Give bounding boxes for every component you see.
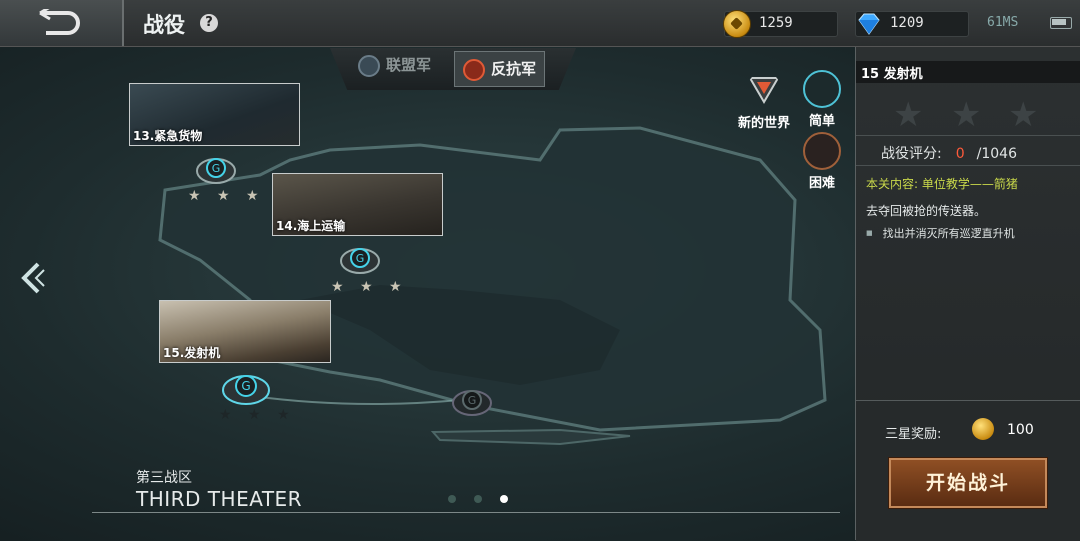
rating-score: 0 bbox=[955, 146, 965, 162]
rating-label: 战役评分: bbox=[881, 146, 942, 162]
diamond-counter: 1209 bbox=[855, 11, 969, 37]
mission-card-15[interactable]: 15.发射机 bbox=[159, 300, 331, 363]
mission-detail-panel: 15 发射机 ★ ★ ★ 战役评分: 0/1046 本关内容: 单位教学——箭猪 … bbox=[855, 47, 1080, 541]
reward-label: 三星奖励: bbox=[885, 427, 942, 442]
diamond-icon bbox=[858, 13, 880, 35]
mission-card-14[interactable]: 14.海上运输 bbox=[272, 173, 443, 236]
easy-bullet-icon bbox=[803, 70, 841, 108]
svg-text:G: G bbox=[212, 162, 221, 175]
svg-text:G: G bbox=[468, 394, 477, 407]
mission-objective: 找出并消灭所有巡逻直升机 bbox=[866, 225, 1015, 241]
mode-new-world[interactable]: 新的世界 bbox=[732, 72, 796, 131]
mission-node-locked[interactable]: G bbox=[452, 386, 492, 416]
campaign-map bbox=[158, 126, 827, 446]
mission-label: 14.海上运输 bbox=[276, 219, 346, 233]
gold-coin-icon bbox=[972, 418, 994, 440]
network-ping: 61MS bbox=[987, 15, 1019, 30]
page-dot-1[interactable] bbox=[448, 495, 456, 503]
rating-star-icon: ★ bbox=[951, 95, 982, 135]
mission-label: 13.紧急货物 bbox=[133, 129, 203, 143]
divider bbox=[856, 165, 1080, 166]
mission-title: 15 发射机 bbox=[861, 67, 923, 82]
mission-13-stars: ★ ★ ★ bbox=[188, 188, 265, 204]
mission-description: 去夺回被抢的传送器。 bbox=[866, 204, 987, 218]
rating-star-icon: ★ bbox=[1008, 95, 1039, 135]
diamond-amount: 1209 bbox=[890, 15, 924, 31]
mission-label: 15.发射机 bbox=[163, 346, 221, 360]
svg-text:G: G bbox=[356, 252, 365, 265]
mode-new-world-label: 新的世界 bbox=[737, 116, 790, 131]
rating-star-icon: ★ bbox=[893, 95, 924, 135]
previous-theater-arrow-icon[interactable] bbox=[18, 260, 46, 296]
mode-hard-label: 困难 bbox=[808, 176, 835, 191]
reward-value: 100 bbox=[1007, 422, 1034, 438]
theater-underline bbox=[92, 512, 840, 513]
mission-node-13[interactable]: G bbox=[196, 154, 236, 184]
reward-section: 三星奖励: 100 开始战斗 bbox=[856, 400, 1080, 541]
campaign-rating: 战役评分: 0/1046 bbox=[881, 143, 1017, 163]
island bbox=[430, 428, 631, 446]
mission-15-stars: ★ ★ ★ bbox=[219, 407, 296, 423]
page-dot-2[interactable] bbox=[474, 495, 482, 503]
start-battle-button[interactable]: 开始战斗 bbox=[889, 458, 1047, 508]
rating-total: /1046 bbox=[976, 146, 1017, 162]
divider bbox=[856, 135, 1080, 136]
page-dot-3-active[interactable] bbox=[500, 495, 508, 503]
mission-node-14[interactable]: G bbox=[340, 244, 380, 274]
route-path bbox=[244, 394, 461, 405]
theater-name-en: THIRD THEATER bbox=[136, 487, 303, 511]
world-emblem-icon bbox=[748, 77, 780, 104]
hard-shell-icon bbox=[803, 132, 841, 170]
mission-title-bar: 15 发射机 bbox=[856, 61, 1080, 83]
mission-node-15-selected[interactable]: G bbox=[222, 370, 270, 406]
svg-text:G: G bbox=[241, 379, 250, 393]
mission-14-stars: ★ ★ ★ bbox=[331, 279, 408, 295]
theater-name-cn: 第三战区 bbox=[136, 470, 192, 486]
mission-content-label: 本关内容: 单位教学——箭猪 bbox=[866, 177, 1018, 191]
mode-easy[interactable]: 简单 bbox=[802, 70, 842, 129]
mission-card-13[interactable]: 13.紧急货物 bbox=[129, 83, 300, 146]
battery-icon bbox=[1050, 17, 1072, 29]
mode-easy-label: 简单 bbox=[808, 114, 835, 129]
mode-hard[interactable]: 困难 bbox=[802, 132, 842, 191]
